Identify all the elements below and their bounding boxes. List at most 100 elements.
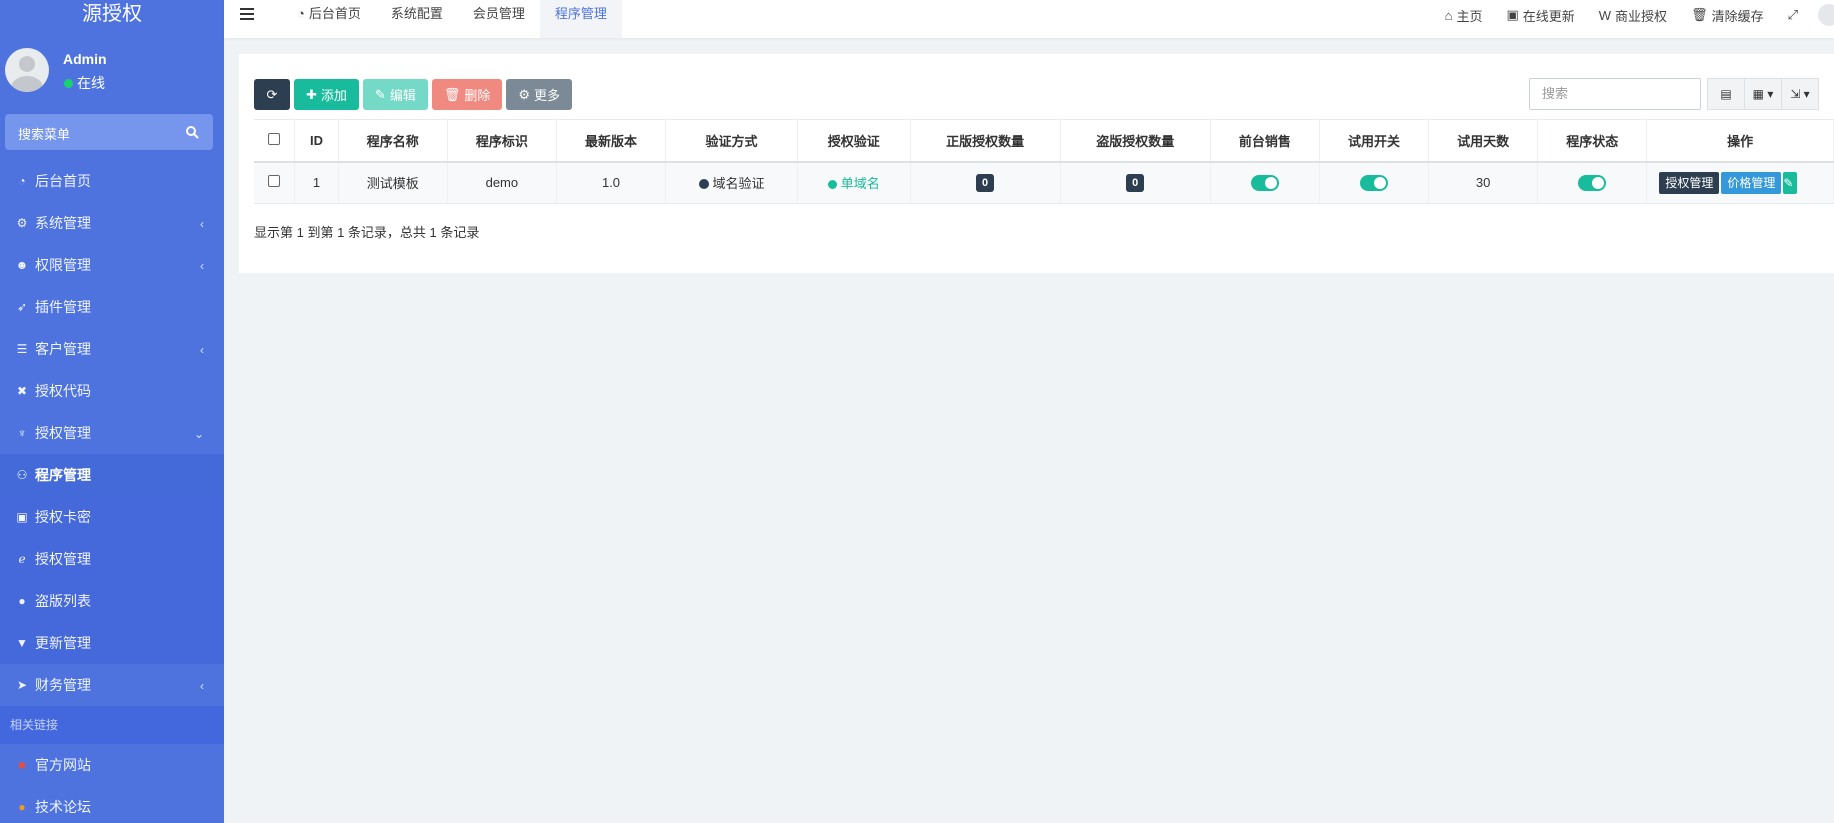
pencil-icon: ✎ [1783, 175, 1794, 190]
refresh-icon: ⟳ [266, 86, 278, 102]
list-icon: ☰ [16, 342, 28, 356]
sidebar-item-auth-code[interactable]: ✖ 授权代码 [0, 370, 224, 412]
search-icon[interactable] [185, 125, 199, 139]
edit-button[interactable]: ✎ 编辑 [362, 79, 428, 110]
tab-programs[interactable]: 程序管理 [539, 0, 622, 38]
top-avatar[interactable] [1818, 4, 1834, 26]
brand-logo[interactable]: 源授权 [0, 0, 224, 29]
chevron-left-icon: ‹ [200, 343, 204, 357]
code-icon: ✖ [16, 384, 28, 398]
table-search-input[interactable]: 搜索 [1529, 78, 1701, 110]
sidebar-item-auth-cards[interactable]: ▣ 授权卡密 [0, 496, 224, 538]
sidebar-item-label: 授权卡密 [35, 509, 91, 525]
sidebar-item-pirates[interactable]: ● 盗版列表 [0, 580, 224, 622]
sidebar-menu: ◔ 后台首页 ⚙ 系统管理 ‹ ☻ 权限管理 ‹ ➶ 插件管理 ☰ 客户管理 ‹… [0, 160, 224, 823]
menu-toggle-icon[interactable] [240, 8, 254, 20]
select-all-checkbox[interactable] [268, 132, 281, 145]
columns-button[interactable]: ▦ ▾ [1744, 78, 1782, 110]
cell-trial-switch [1319, 161, 1430, 204]
commercial-license-label: 商业授权 [1615, 8, 1668, 24]
sidebar-item-customers[interactable]: ☰ 客户管理 ‹ [0, 328, 224, 370]
sidebar-item-updates[interactable]: ▼ 更新管理 [0, 622, 224, 664]
online-update-link[interactable]: ▣ 在线更新 [1506, 6, 1574, 25]
column-header[interactable]: 盗版授权数量 [1060, 119, 1211, 163]
user-status-label: 在线 [77, 75, 105, 91]
cell-auth-verify: 单域名 [797, 161, 911, 204]
sidebar-item-programs[interactable]: ⚇ 程序管理 [0, 454, 224, 496]
column-header[interactable]: 正版授权数量 [910, 119, 1061, 163]
table-icon: ▤ [1720, 87, 1732, 101]
license-manage-button[interactable]: 授权管理 [1659, 171, 1720, 194]
program-status-toggle[interactable] [1578, 175, 1607, 192]
dashboard-icon: ◔ [297, 6, 305, 21]
column-header[interactable]: 前台销售 [1210, 119, 1320, 163]
fullscreen-button[interactable]: ⤢ [1788, 7, 1798, 23]
sidebar-item-permissions[interactable]: ☻ 权限管理 ‹ [0, 244, 224, 286]
column-header[interactable]: 程序状态 [1537, 119, 1648, 163]
comment-icon: ● [18, 800, 26, 814]
front-sale-toggle[interactable] [1250, 175, 1279, 192]
commercial-license-link[interactable]: W 商业授权 [1599, 6, 1667, 25]
home-link[interactable]: ⌂ 主页 [1445, 6, 1483, 25]
auth-verify-label: 单域名 [840, 176, 880, 192]
table-toolbar: ⟳ ✚ 添加 ✎ 编辑 🗑 删除 ⚙ 更多 [254, 79, 573, 110]
menu-search-input[interactable]: 搜索菜单 [5, 114, 213, 150]
tab-members[interactable]: 会员管理 [458, 0, 540, 38]
row-checkbox[interactable] [268, 175, 281, 188]
gear-icon: ⚙ [518, 86, 531, 102]
home-link-label: 主页 [1456, 8, 1483, 24]
sidebar-item-plugins[interactable]: ➶ 插件管理 [0, 286, 224, 328]
sidebar-link-official-site[interactable]: ■ 官方网站 [0, 744, 224, 786]
sidebar-item-label: 系统管理 [35, 215, 91, 231]
column-header[interactable]: 试用开关 [1319, 119, 1430, 163]
more-button[interactable]: ⚙ 更多 [506, 79, 573, 110]
edit-row-button[interactable]: ✎ [1783, 171, 1798, 194]
tab-dashboard[interactable]: ◔ 后台首页 [282, 0, 376, 38]
car-icon: ⚇ [16, 468, 28, 482]
trial-switch-toggle[interactable] [1359, 175, 1388, 192]
group-icon: ☻ [15, 258, 29, 272]
column-header[interactable]: 程序标识 [447, 119, 557, 163]
content-panel: ⟳ ✚ 添加 ✎ 编辑 🗑 删除 ⚙ 更多 搜索 ▤ ▦ ▾ ⇲ ▾ ID 程序… [239, 54, 1834, 273]
avatar[interactable] [5, 48, 49, 92]
tab-system-config[interactable]: 系统配置 [376, 0, 458, 38]
sidebar-item-dashboard[interactable]: ◔ 后台首页 [0, 160, 224, 202]
column-header[interactable]: 验证方式 [665, 119, 798, 163]
edit-button-label: 编辑 [389, 88, 416, 103]
more-button-label: 更多 [534, 88, 561, 103]
sidebar-item-auth-management[interactable]: ♆ 授权管理 ⌄ [0, 412, 224, 454]
add-button[interactable]: ✚ 添加 [294, 79, 359, 110]
cell-verify-method: 域名验证 [665, 161, 798, 204]
column-header[interactable]: 试用天数 [1428, 119, 1539, 163]
sidebar-item-finance[interactable]: ➤ 财务管理 ‹ [0, 664, 224, 706]
delete-button[interactable]: 🗑 删除 [431, 79, 503, 110]
sidebar-item-label: 权限管理 [35, 257, 91, 273]
user-panel: Admin 在线 [0, 29, 224, 114]
tab-label: 程序管理 [554, 6, 607, 21]
export-button[interactable]: ⇲ ▾ [1781, 78, 1819, 110]
refresh-button[interactable]: ⟳ [254, 79, 290, 110]
verify-method-label: 域名验证 [712, 176, 765, 192]
table-header-row: ID 程序名称 程序标识 最新版本 验证方式 授权验证 正版授权数量 盗版授权数… [254, 119, 1834, 163]
price-manage-button[interactable]: 价格管理 [1721, 171, 1782, 194]
id-card-icon: ▣ [16, 510, 28, 524]
column-header[interactable]: 最新版本 [556, 119, 667, 163]
sidebar-section-header: 相关链接 [0, 706, 224, 744]
tab-label: 后台首页 [308, 6, 361, 21]
column-header[interactable]: ID [294, 119, 339, 163]
clear-cache-link[interactable]: 🗑 清除缓存 [1691, 6, 1764, 25]
cell-actions: 授权管理 价格管理 ✎ [1646, 161, 1834, 204]
user-secret-icon: ● [18, 594, 26, 608]
table-row[interactable]: 1 测试模板 demo 1.0 域名验证 单域名 0 0 30 授权管理 价格管理… [254, 161, 1834, 204]
cell-pirate-count: 0 [1060, 161, 1211, 204]
column-header[interactable]: 程序名称 [338, 119, 448, 163]
cell-name: 测试模板 [338, 161, 448, 204]
sidebar-item-auth-list[interactable]: ℯ 授权管理 [0, 538, 224, 580]
toggle-view-button[interactable]: ▤ [1707, 78, 1745, 110]
sidebar-link-forum[interactable]: ● 技术论坛 [0, 786, 224, 823]
sidebar-item-system[interactable]: ⚙ 系统管理 ‹ [0, 202, 224, 244]
menu-search-placeholder: 搜索菜单 [18, 127, 71, 142]
column-header[interactable]: 授权验证 [797, 119, 911, 163]
flag-icon: ■ [18, 758, 26, 772]
count-badge: 0 [976, 173, 995, 192]
